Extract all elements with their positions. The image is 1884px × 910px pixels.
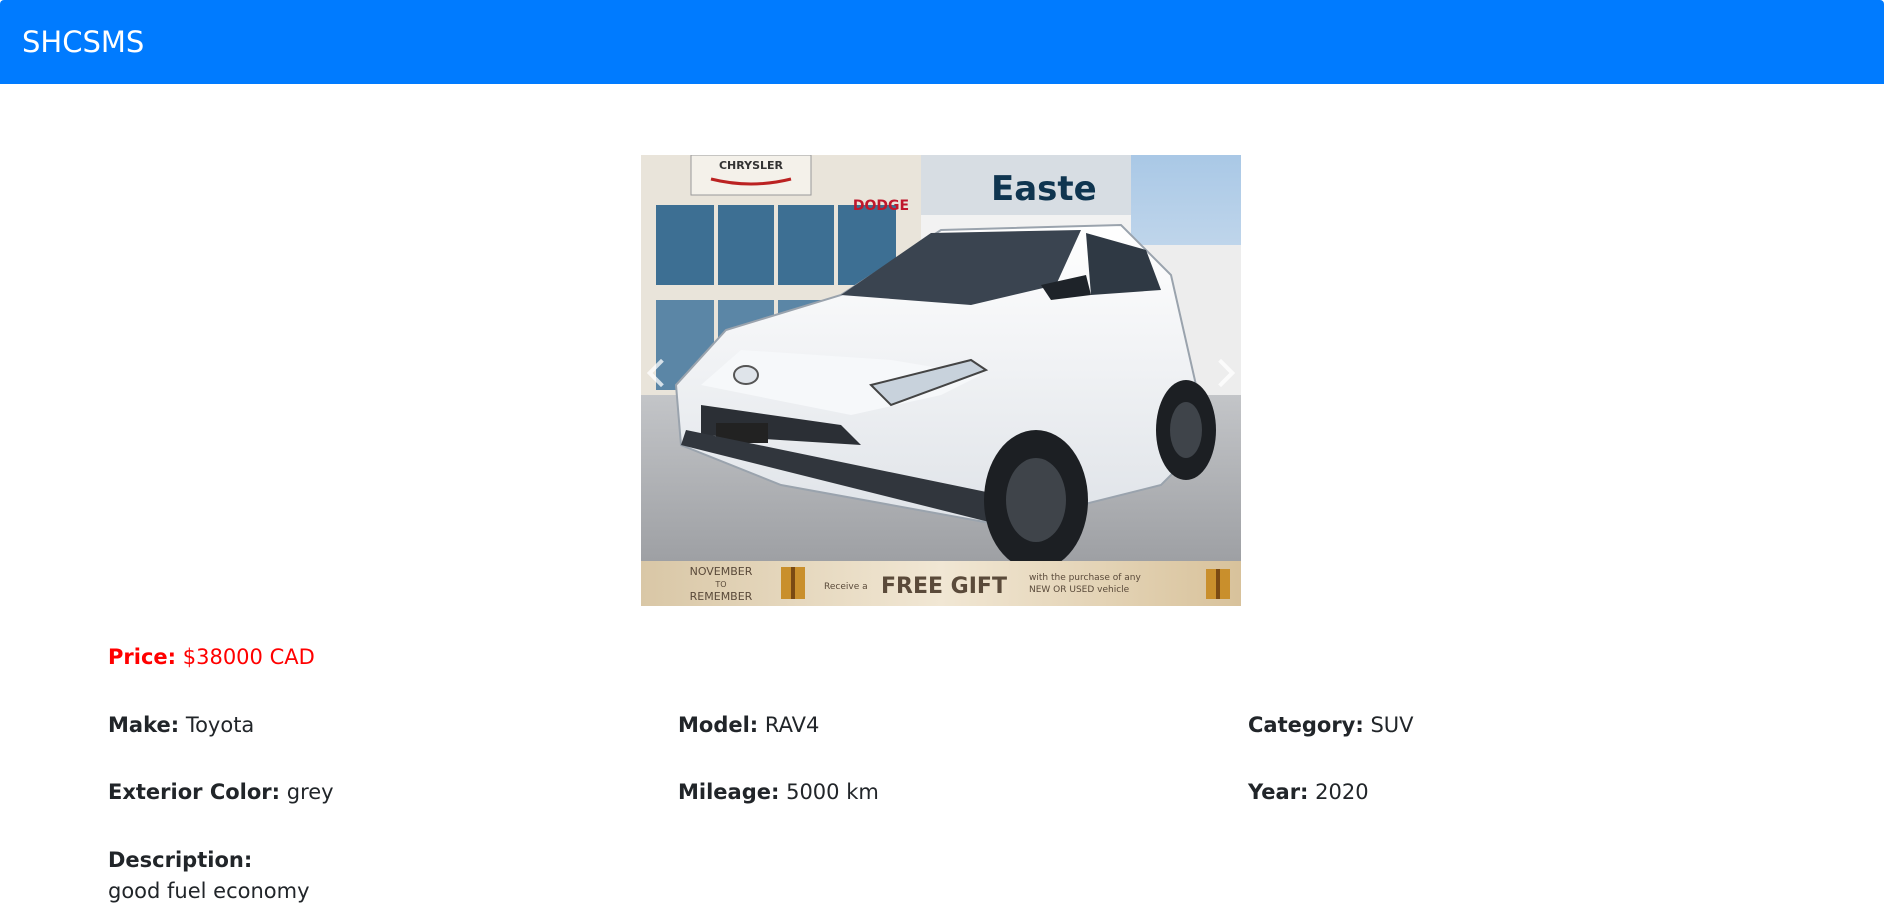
dodge-sign: DODGE [853,198,909,214]
mileage-value: 5000 km [786,780,879,804]
chevron-left-icon [646,358,676,387]
banner-line-3: REMEMBER [690,590,753,603]
make-field: Make: Toyota [108,711,254,739]
description-label: Description: [108,848,253,872]
year-field: Year: 2020 [1248,778,1369,806]
banner-headline: FREE GIFT [881,574,1007,599]
top-navbar: SHCSMS [0,0,1884,84]
year-value: 2020 [1315,780,1369,804]
category-value: SUV [1370,713,1414,737]
category-label: Category: [1248,713,1364,737]
banner-line-2: TO [714,580,726,589]
exterior-color-label: Exterior Color: [108,780,281,804]
banner-receive: Receive a [824,582,868,592]
carousel-next-button[interactable] [1201,343,1241,403]
mileage-label: Mileage: [678,780,780,804]
brand-link[interactable]: SHCSMS [22,23,144,61]
carousel-prev-button[interactable] [641,343,681,403]
model-label: Model: [678,713,759,737]
chevron-right-icon [1206,358,1236,387]
make-value: Toyota [185,713,255,737]
price-field: Price: $38000 CAD [108,643,315,671]
banner-line-1: NOVEMBER [690,565,753,578]
category-field: Category: SUV [1248,711,1414,739]
exterior-color-value: grey [286,780,334,804]
make-label: Make: [108,713,180,737]
store-sign: Easte [991,169,1097,209]
banner-small-1: with the purchase of any [1029,573,1142,583]
price-value: $38000 CAD [182,645,315,669]
mileage-field: Mileage: 5000 km [678,778,879,806]
description-value: good fuel economy [108,879,310,903]
chrysler-sign: CHRYSLER [719,159,784,172]
model-value: RAV4 [764,713,820,737]
price-label: Price: [108,645,177,669]
model-field: Model: RAV4 [678,711,819,739]
banner-small-2: NEW OR USED vehicle [1029,585,1130,595]
exterior-color-field: Exterior Color: grey [108,778,334,806]
description-label-row: Description: [108,846,252,874]
vehicle-photo: CHRYSLER DODGE Easte NOVEMBER TO REMEMBE… [641,155,1241,606]
vehicle-image-carousel[interactable]: CHRYSLER DODGE Easte NOVEMBER TO REMEMBE… [641,155,1241,606]
year-label: Year: [1248,780,1309,804]
